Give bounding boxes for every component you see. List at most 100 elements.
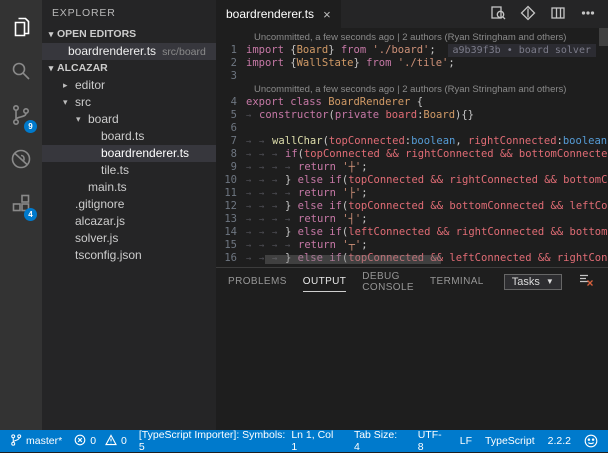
open-preview-icon[interactable] [490, 5, 506, 24]
tab-output[interactable]: OUTPUT [303, 272, 347, 292]
activity-extensions[interactable]: 4 [0, 182, 42, 226]
code-editor[interactable]: Uncommitted, a few seconds ago | 2 autho… [216, 28, 608, 267]
extensions-badge: 4 [24, 208, 37, 221]
feedback-smiley-icon[interactable] [584, 434, 598, 448]
ts-importer-status[interactable]: [TypeScript Importer]: Symbols: 5 [139, 429, 291, 453]
activity-debug[interactable] [0, 138, 42, 182]
codelens-annotation[interactable]: Uncommitted, a few seconds ago | 2 autho… [216, 31, 608, 44]
tab-boardrenderer[interactable]: boardrenderer.ts × [216, 0, 341, 28]
tab-whitespace-icon: → [259, 188, 272, 200]
tree-item-label: alcazar.js [75, 213, 125, 230]
branch-icon [10, 433, 22, 450]
code-line[interactable]: 10→→→} else if(topConnected && rightConn… [216, 174, 608, 187]
activity-bar: 9 4 [0, 0, 42, 430]
tab-problems[interactable]: PROBLEMS [228, 272, 287, 291]
code-text: →constructor(private board:Board){} [246, 109, 608, 122]
chevron-down-icon: ▼ [546, 277, 554, 286]
code-line[interactable]: 4export class BoardRenderer { [216, 96, 608, 109]
output-channel-dropdown[interactable]: Tasks ▼ [504, 274, 562, 290]
git-branch-status[interactable]: master* [10, 433, 62, 450]
tree-item-solver.js[interactable]: solver.js [42, 230, 216, 247]
activity-search[interactable] [0, 50, 42, 94]
activity-explorer[interactable] [0, 6, 42, 50]
tree-item-tile.ts[interactable]: tile.ts [42, 162, 216, 179]
open-editor-path: src/board [162, 46, 206, 58]
codelens-annotation[interactable]: Uncommitted, a few seconds ago | 2 autho… [216, 83, 608, 96]
tree-item-editor[interactable]: ▸editor [42, 77, 216, 94]
code-text: →→→if(topConnected && rightConnected && … [246, 148, 608, 161]
tree-item-main.ts[interactable]: main.ts [42, 179, 216, 196]
tab-whitespace-icon: → [285, 188, 298, 200]
code-line[interactable]: 2import {WallState} from './tile'; [216, 57, 608, 70]
code-line[interactable]: 12→→→} else if(topConnected && bottomCon… [216, 200, 608, 213]
tree-item-board[interactable]: ▾board [42, 111, 216, 128]
line-number: 7 [216, 135, 246, 148]
line-number: 6 [216, 122, 246, 135]
error-icon [74, 434, 86, 449]
tab-whitespace-icon: → [272, 162, 285, 174]
tab-whitespace-icon: → [246, 162, 259, 174]
tab-debug-console[interactable]: DEBUG CONSOLE [362, 267, 414, 297]
tree-item-src[interactable]: ▾src [42, 94, 216, 111]
code-text: export class BoardRenderer { [246, 96, 608, 109]
indentation[interactable]: Tab Size: 4 [354, 429, 405, 453]
tab-terminal[interactable]: TERMINAL [430, 272, 484, 291]
activity-source-control[interactable]: 9 [0, 94, 42, 138]
code-line[interactable]: 13→→→→return '┤'; [216, 213, 608, 226]
panel-action-icons [578, 272, 608, 291]
code-line[interactable]: 3 [216, 70, 608, 83]
vertical-scrollbar[interactable] [599, 28, 608, 46]
tree-item-label: tsconfig.json [75, 247, 142, 264]
problems-status[interactable]: 0 0 [74, 434, 127, 449]
more-actions-icon[interactable] [580, 5, 596, 24]
code-lines: Uncommitted, a few seconds ago | 2 autho… [216, 31, 608, 265]
eol-sequence[interactable]: LF [460, 435, 472, 447]
open-editor-item[interactable]: boardrenderer.tssrc/board [42, 43, 216, 60]
git-compare-icon[interactable] [520, 5, 536, 24]
open-editors-header[interactable]: ▾ OPEN EDITORS [42, 26, 216, 43]
code-line[interactable]: 1import {Board} from './board';a9b39f3b … [216, 44, 608, 57]
error-count: 0 [90, 435, 96, 447]
line-number: 13 [216, 213, 246, 226]
code-line[interactable]: 7→→wallChar(topConnected:boolean, rightC… [216, 135, 608, 148]
tab-whitespace-icon: → [246, 149, 259, 161]
cursor-position[interactable]: Ln 1, Col 1 [291, 429, 341, 453]
status-bar: master* 0 0 [TypeScript Importer]: Symbo… [0, 430, 608, 452]
code-line[interactable]: 6 [216, 122, 608, 135]
code-line[interactable]: 5→constructor(private board:Board){} [216, 109, 608, 122]
project-section-header[interactable]: ▾ ALCAZAR [42, 60, 216, 77]
horizontal-scrollbar[interactable] [265, 255, 441, 264]
code-line[interactable]: 8→→→if(topConnected && rightConnected &&… [216, 148, 608, 161]
tree-item-label: main.ts [88, 179, 127, 196]
tab-whitespace-icon: → [259, 136, 272, 148]
tab-whitespace-icon: → [259, 149, 272, 161]
tree-item-alcazar.js[interactable]: alcazar.js [42, 213, 216, 230]
close-icon[interactable]: × [323, 7, 331, 22]
line-number: 11 [216, 187, 246, 200]
tree-item-label: board [88, 111, 119, 128]
line-number: 10 [216, 174, 246, 187]
encoding[interactable]: UTF-8 [418, 429, 447, 453]
caret-down-icon: ▾ [45, 26, 57, 43]
tab-whitespace-icon: → [272, 214, 285, 226]
tree-item-tsconfig.json[interactable]: tsconfig.json [42, 247, 216, 264]
tree-item-boardrenderer.ts[interactable]: boardrenderer.ts [42, 145, 216, 162]
code-line[interactable]: 14→→→} else if(leftConnected && rightCon… [216, 226, 608, 239]
language-mode[interactable]: TypeScript [485, 435, 535, 447]
vscode-window: 9 4 EXPLORER ▾ OPEN EDITORS boar [0, 0, 608, 452]
code-text: import {WallState} from './tile'; [246, 57, 608, 70]
tree-item-label: board.ts [101, 128, 144, 145]
clear-output-icon[interactable] [578, 272, 594, 291]
output-panel-content[interactable] [216, 295, 608, 430]
tree-item-.gitignore[interactable]: .gitignore [42, 196, 216, 213]
caret-down-icon: ▾ [45, 60, 57, 77]
tree-item-label: boardrenderer.ts [101, 145, 189, 162]
code-line[interactable]: 11→→→→return '├'; [216, 187, 608, 200]
code-line[interactable]: 9→→→→return '┼'; [216, 161, 608, 174]
code-text: →→→→return '┼'; [246, 161, 608, 174]
code-text: →→→→return '├'; [246, 187, 608, 200]
tree-item-board.ts[interactable]: board.ts [42, 128, 216, 145]
ts-version[interactable]: 2.2.2 [548, 435, 571, 447]
split-editor-icon[interactable] [550, 5, 566, 24]
code-line[interactable]: 15→→→→return '┬'; [216, 239, 608, 252]
